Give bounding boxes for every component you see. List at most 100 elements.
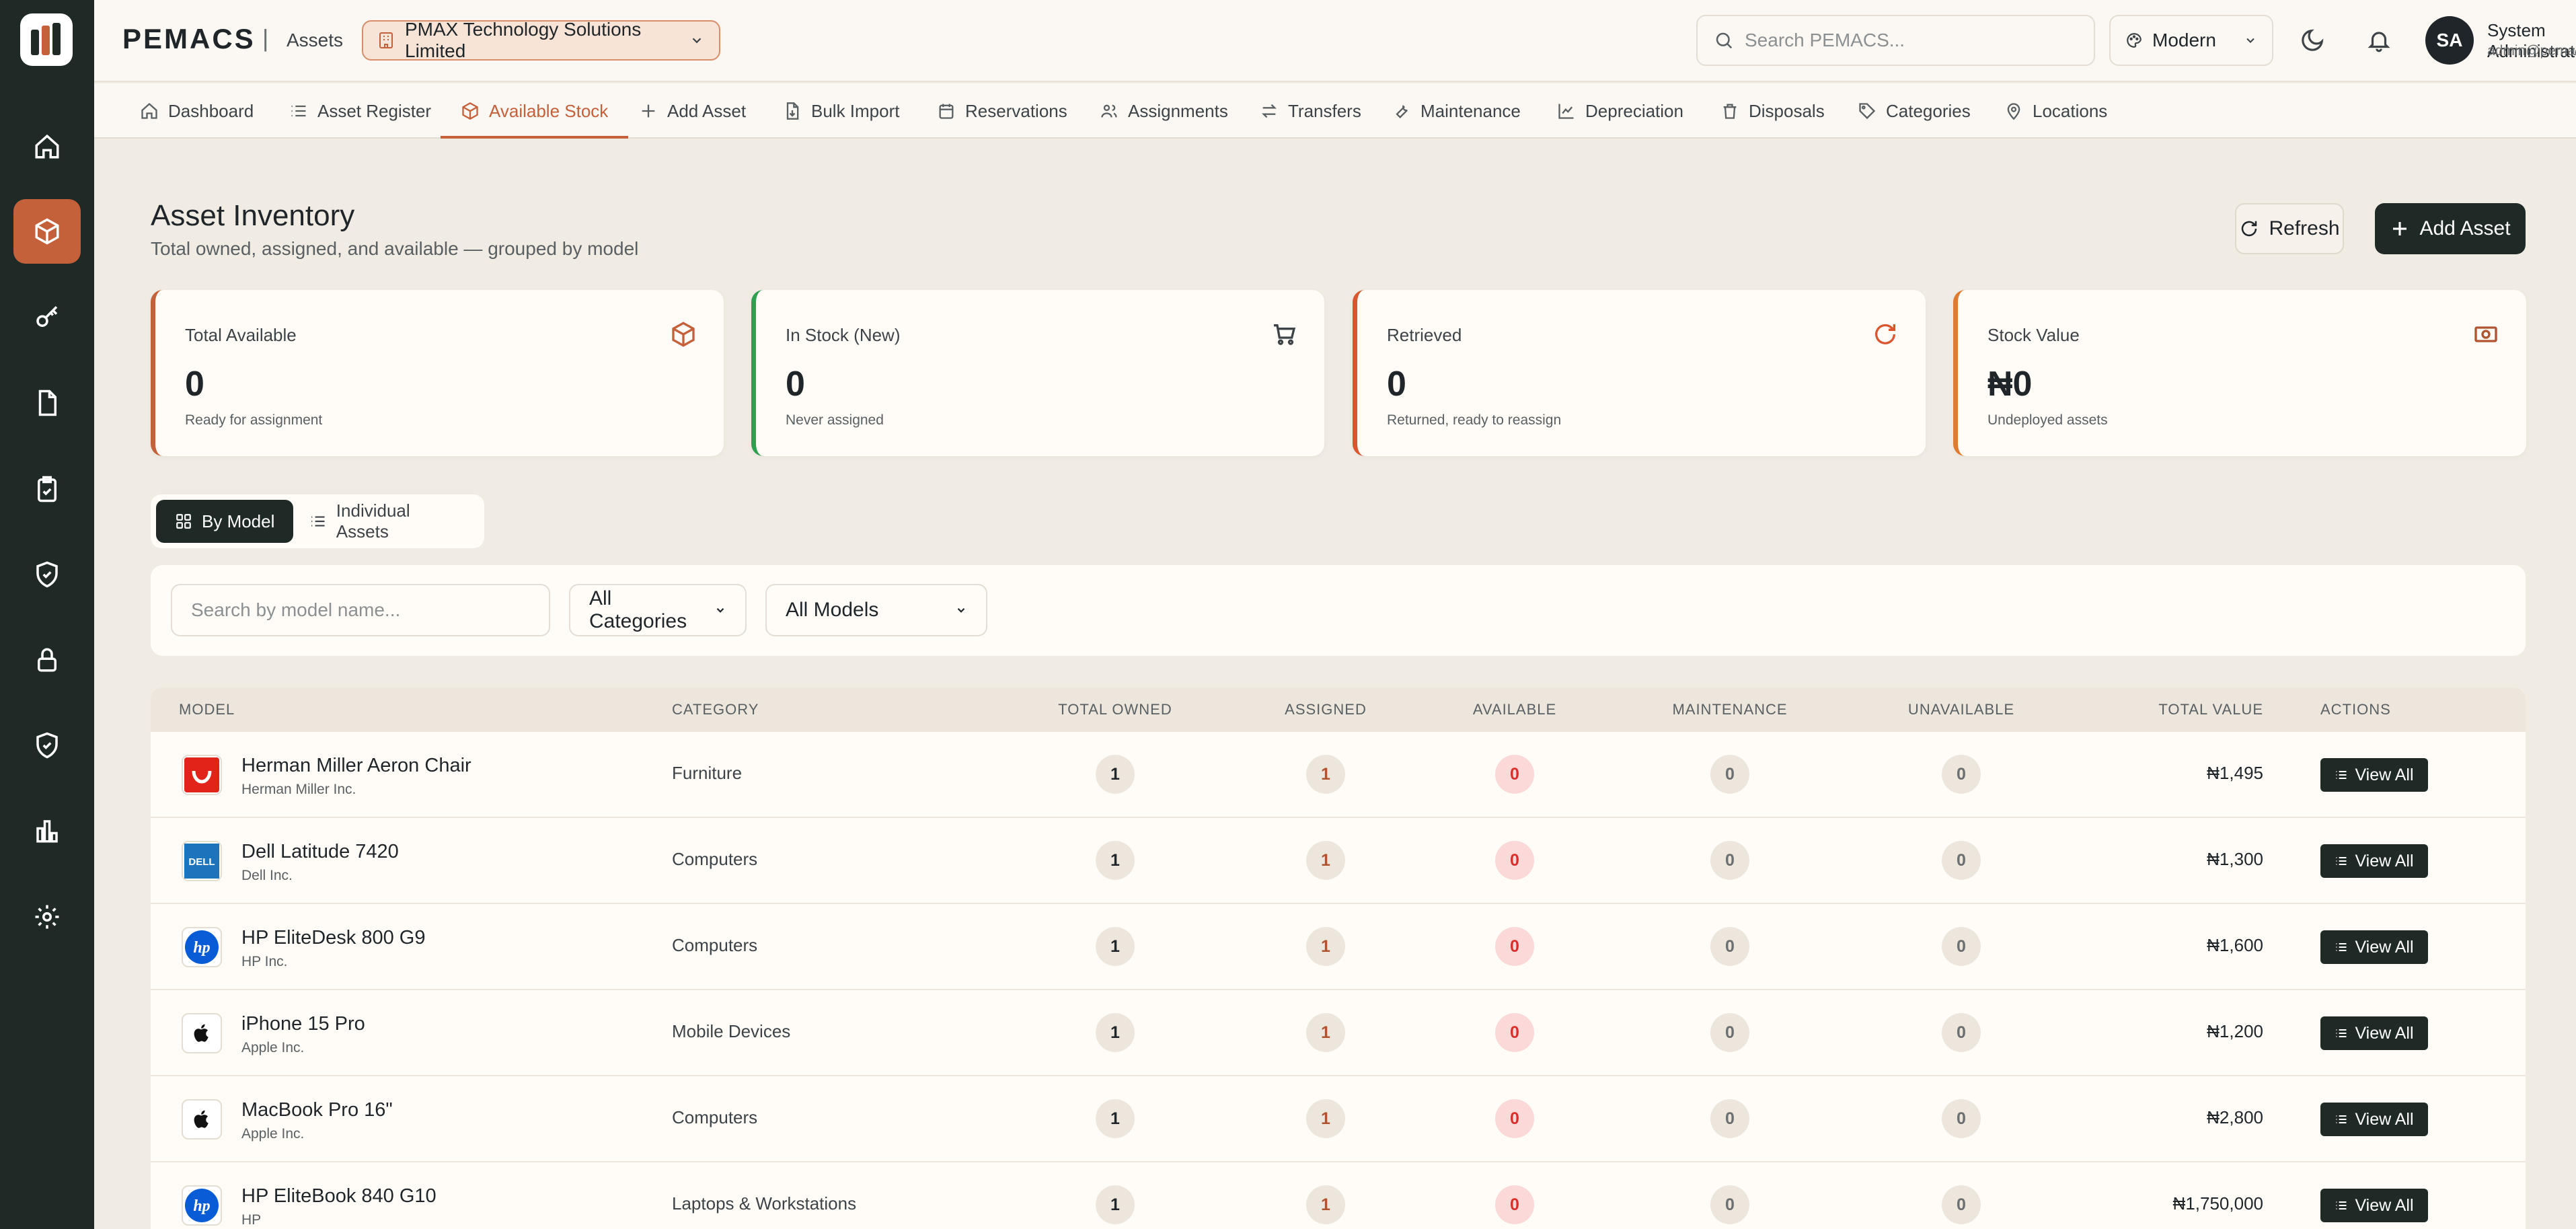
col-unavailable[interactable]: UNAVAILABLE [1908, 687, 2014, 732]
model-filter[interactable]: All Models [765, 584, 987, 636]
chevron-down-icon [2246, 38, 2255, 43]
global-search[interactable] [1696, 15, 2095, 66]
inventory-table: MODEL CATEGORY TOTAL OWNED ASSIGNED AVAI… [151, 687, 2526, 1229]
view-all-button[interactable]: View All [2320, 930, 2428, 964]
tab-available-stock[interactable]: Available Stock [440, 83, 629, 139]
app-logo[interactable] [20, 13, 73, 66]
bell-icon [2367, 32, 2390, 52]
key-icon [36, 306, 58, 327]
total-owned-badge: 1 [1096, 1013, 1135, 1052]
rail-settings-button[interactable] [13, 885, 81, 949]
list-icon [2336, 1029, 2347, 1038]
table-row[interactable]: hp HP EliteDesk 800 G9 HP Inc. Computers… [151, 904, 2526, 990]
lock-icon [38, 648, 56, 672]
notifications-button[interactable] [2363, 24, 2395, 57]
tab-transfers[interactable]: Transfers [1260, 83, 1361, 139]
view-all-button[interactable]: View All [2320, 758, 2428, 792]
section-name: Assets [287, 30, 344, 50]
company-selector[interactable]: PMAX Technology Solutions Limited [362, 19, 720, 61]
list-icon [2336, 942, 2347, 952]
col-maintenance[interactable]: MAINTENANCE [1672, 687, 1787, 732]
theme-selector[interactable]: Modern [2109, 15, 2273, 66]
pemacs-logo-icon [31, 23, 61, 55]
global-search-input[interactable] [1745, 30, 2078, 51]
dark-mode-toggle[interactable] [2296, 24, 2328, 57]
tab-assignments[interactable]: Assignments [1100, 83, 1228, 139]
table-row[interactable]: iPhone 15 Pro Apple Inc. Mobile Devices … [151, 990, 2526, 1076]
rail-reports-button[interactable] [13, 798, 81, 863]
col-total-owned[interactable]: TOTAL OWNED [1058, 687, 1172, 732]
tab-dashboard[interactable]: Dashboard [140, 83, 254, 139]
rail-keys-button[interactable] [13, 285, 81, 350]
refresh-label: Refresh [2269, 217, 2340, 239]
model-category: Computers [672, 1107, 758, 1127]
avatar[interactable]: SA [2425, 16, 2474, 65]
model-name: MacBook Pro 16" [241, 1099, 393, 1121]
tab-disposals[interactable]: Disposals [1720, 83, 1825, 139]
model-category: Mobile Devices [672, 1021, 791, 1041]
rail-compliance-button[interactable] [13, 713, 81, 778]
col-available[interactable]: AVAILABLE [1473, 687, 1556, 732]
tab-add-asset[interactable]: Add Asset [639, 83, 746, 139]
view-all-button[interactable]: View All [2320, 844, 2428, 878]
stat-label: Stock Value [1987, 325, 2080, 345]
tab-locations[interactable]: Locations [2004, 83, 2107, 139]
model-name: HP EliteDesk 800 G9 [241, 927, 426, 948]
rail-documents-button[interactable] [13, 371, 81, 435]
box-icon [35, 218, 59, 245]
model-name: Herman Miller Aeron Chair [241, 755, 471, 776]
category-filter[interactable]: All Categories [569, 584, 747, 636]
col-assigned[interactable]: ASSIGNED [1285, 687, 1367, 732]
table-row[interactable]: MacBook Pro 16" Apple Inc. Computers 1 1… [151, 1076, 2526, 1162]
by-model-label: By Model [202, 511, 275, 531]
brand-name[interactable]: PEMACS [122, 23, 256, 55]
stat-label: Retrieved [1387, 325, 1462, 345]
stat-note: Returned, ready to reassign [1387, 412, 1562, 428]
tab-maintenance[interactable]: Maintenance [1392, 83, 1521, 139]
view-all-button[interactable]: View All [2320, 1189, 2428, 1222]
refresh-button[interactable]: Refresh [2235, 203, 2344, 254]
tab-categories[interactable]: Categories [1858, 83, 1971, 139]
unavailable-badge: 0 [1942, 755, 1981, 794]
maintenance-badge: 0 [1710, 1099, 1749, 1138]
pin-icon [2007, 103, 2020, 120]
view-all-label: View All [2355, 851, 2414, 870]
view-all-label: View All [2355, 765, 2414, 784]
tab-label: Reservations [965, 100, 1067, 121]
unavailable-badge: 0 [1942, 1013, 1981, 1052]
total-owned-badge: 1 [1096, 755, 1135, 794]
col-total-value[interactable]: TOTAL VALUE [2158, 687, 2263, 732]
stat-card-total-available: Total Available 0 Ready for assignment [151, 290, 724, 456]
individual-assets-button[interactable]: Individual Assets [291, 500, 484, 543]
model-category: Computers [672, 849, 758, 869]
tab-reservations[interactable]: Reservations [937, 83, 1067, 139]
chart-line-icon [1558, 104, 1574, 119]
table-row[interactable]: DELL Dell Latitude 7420 Dell Inc. Comput… [151, 818, 2526, 904]
page-subtitle: Total owned, assigned, and available — g… [151, 238, 639, 259]
view-all-button[interactable]: View All [2320, 1103, 2428, 1136]
maintenance-badge: 0 [1710, 927, 1749, 966]
col-category[interactable]: CATEGORY [672, 687, 759, 732]
herman-miller-logo [182, 755, 222, 795]
add-asset-button[interactable]: Add Asset [2375, 203, 2526, 254]
table-row[interactable]: Herman Miller Aeron Chair Herman Miller … [151, 732, 2526, 818]
table-row[interactable]: hp HP EliteBook 840 G10 HP Laptops & Wor… [151, 1162, 2526, 1229]
hp-logo: hp [182, 1185, 222, 1226]
rail-tasks-button[interactable] [13, 457, 81, 521]
col-model[interactable]: MODEL [179, 687, 235, 732]
total-value: ₦1,600 [2207, 935, 2263, 955]
model-name: Dell Latitude 7420 [241, 841, 399, 862]
rail-security-button[interactable] [13, 542, 81, 607]
tab-depreciation[interactable]: Depreciation [1557, 83, 1683, 139]
view-all-button[interactable]: View All [2320, 1016, 2428, 1050]
rail-assets-button[interactable] [13, 199, 81, 264]
model-search-input[interactable] [171, 584, 550, 636]
unavailable-badge: 0 [1942, 841, 1981, 880]
by-model-button[interactable]: By Model [156, 500, 294, 543]
rail-home-button[interactable] [13, 114, 81, 179]
available-badge: 0 [1495, 927, 1534, 966]
tab-bulk-import[interactable]: Bulk Import [783, 83, 900, 139]
rail-access-button[interactable] [13, 628, 81, 692]
assigned-badge: 1 [1306, 841, 1345, 880]
tab-asset-register[interactable]: Asset Register [289, 83, 431, 139]
